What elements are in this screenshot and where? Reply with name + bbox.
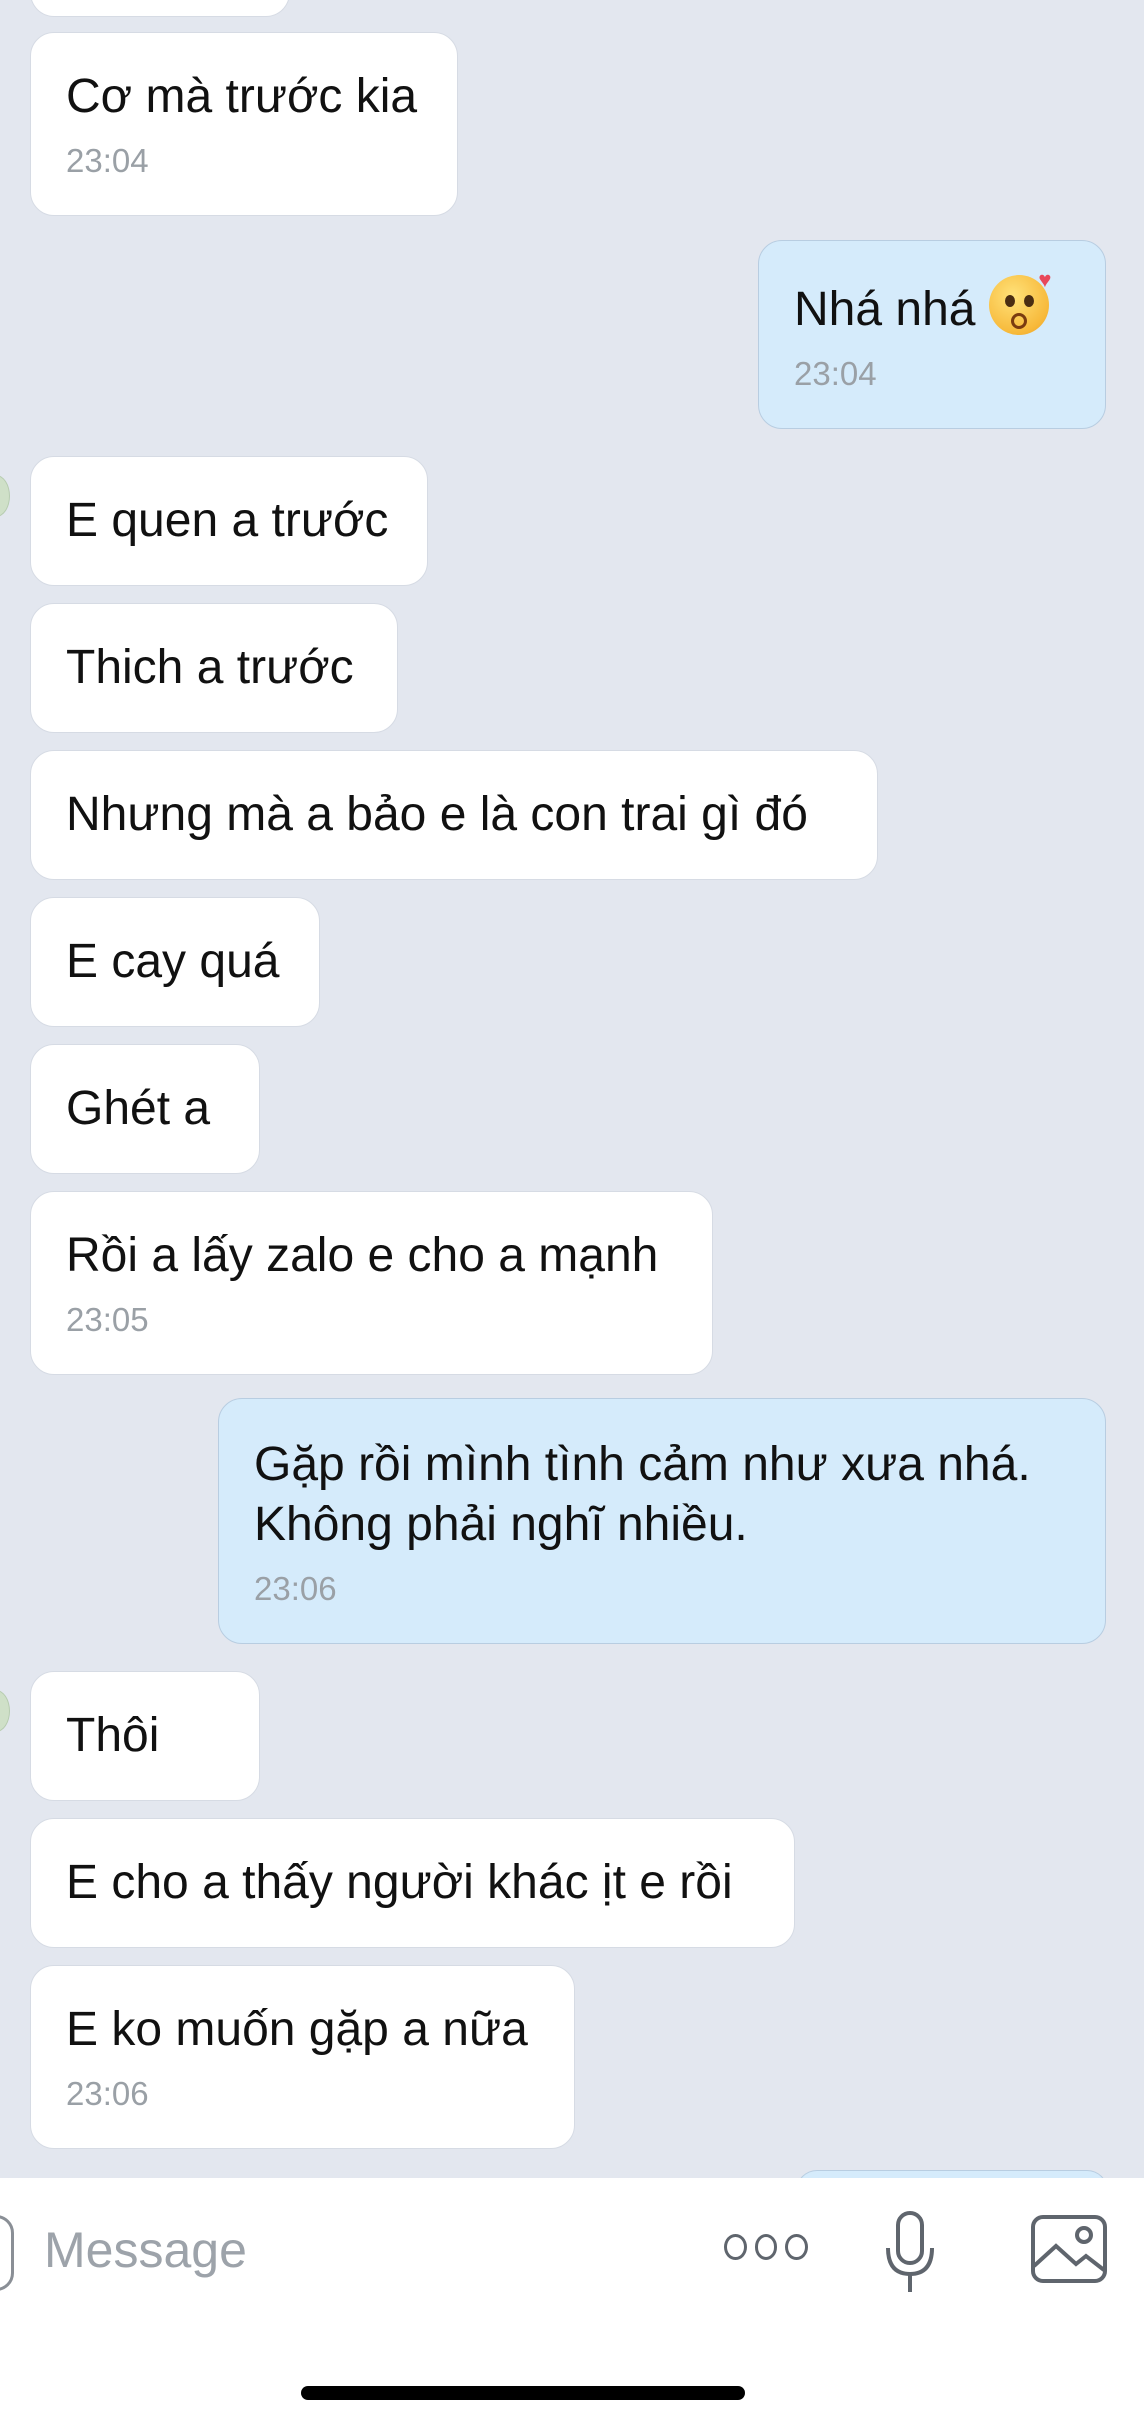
message-time: 23:04 [66,142,149,179]
previous-message-bubble [30,0,290,17]
message-text: E cho a thấy người khác ịt e rồi [66,1856,733,1909]
outgoing-message[interactable]: Nhá nhá ♥ 23:04 [758,240,1106,429]
outgoing-message[interactable]: Gặp rồi mình tình cảm như xưa nhá. Không… [218,1398,1106,1644]
message-composer: Message [0,2178,1144,2424]
message-text: Nhưng mà a bảo e là con trai gì đó [66,788,808,841]
home-indicator[interactable] [301,2386,745,2400]
image-icon[interactable] [1030,2214,1108,2284]
message-text: Ghét a [66,1082,211,1135]
message-text: Gặp rồi mình tình cảm như xưa nhá. Không… [254,1438,1031,1551]
message-time: 23:06 [66,2075,149,2112]
message-text: Nhá nhá ♥ [794,267,1052,337]
more-options-icon[interactable] [724,2234,809,2266]
sender-avatar[interactable] [0,475,10,517]
message-text: Rồi a lấy zalo e cho a mạnh [66,1229,659,1282]
incoming-message[interactable]: E ko muốn gặp a nữa 23:06 [30,1965,575,2149]
incoming-message[interactable]: Cơ mà trước kia 23:04 [30,32,458,216]
message-text: Cơ mà trước kia [66,70,418,123]
sender-avatar[interactable] [0,1690,10,1732]
message-time: 23:04 [794,355,877,392]
message-text: E quen a trước [66,494,389,547]
sticker-button-edge[interactable] [0,2215,14,2291]
incoming-message[interactable]: E cay quá [30,897,320,1027]
incoming-message[interactable]: E cho a thấy người khác ịt e rồi [30,1818,795,1948]
message-input[interactable]: Message [44,2216,247,2284]
incoming-message[interactable]: Nhưng mà a bảo e là con trai gì đó [30,750,878,880]
incoming-message[interactable]: E quen a trước [30,456,428,586]
incoming-message[interactable]: Ghét a [30,1044,260,1174]
incoming-message[interactable]: Thich a trước [30,603,398,733]
message-text: E ko muốn gặp a nữa [66,2003,528,2056]
message-time: 23:06 [254,1570,337,1607]
microphone-icon[interactable] [882,2210,938,2296]
message-text: E cay quá [66,935,280,988]
message-text: Thôi [66,1709,160,1762]
message-text: Thich a trước [66,641,354,694]
incoming-message[interactable]: Rồi a lấy zalo e cho a mạnh 23:05 [30,1191,713,1375]
kissing-face-with-heart-icon: ♥ [989,269,1051,335]
message-time: 23:05 [66,1301,149,1338]
incoming-message[interactable]: Thôi [30,1671,260,1801]
